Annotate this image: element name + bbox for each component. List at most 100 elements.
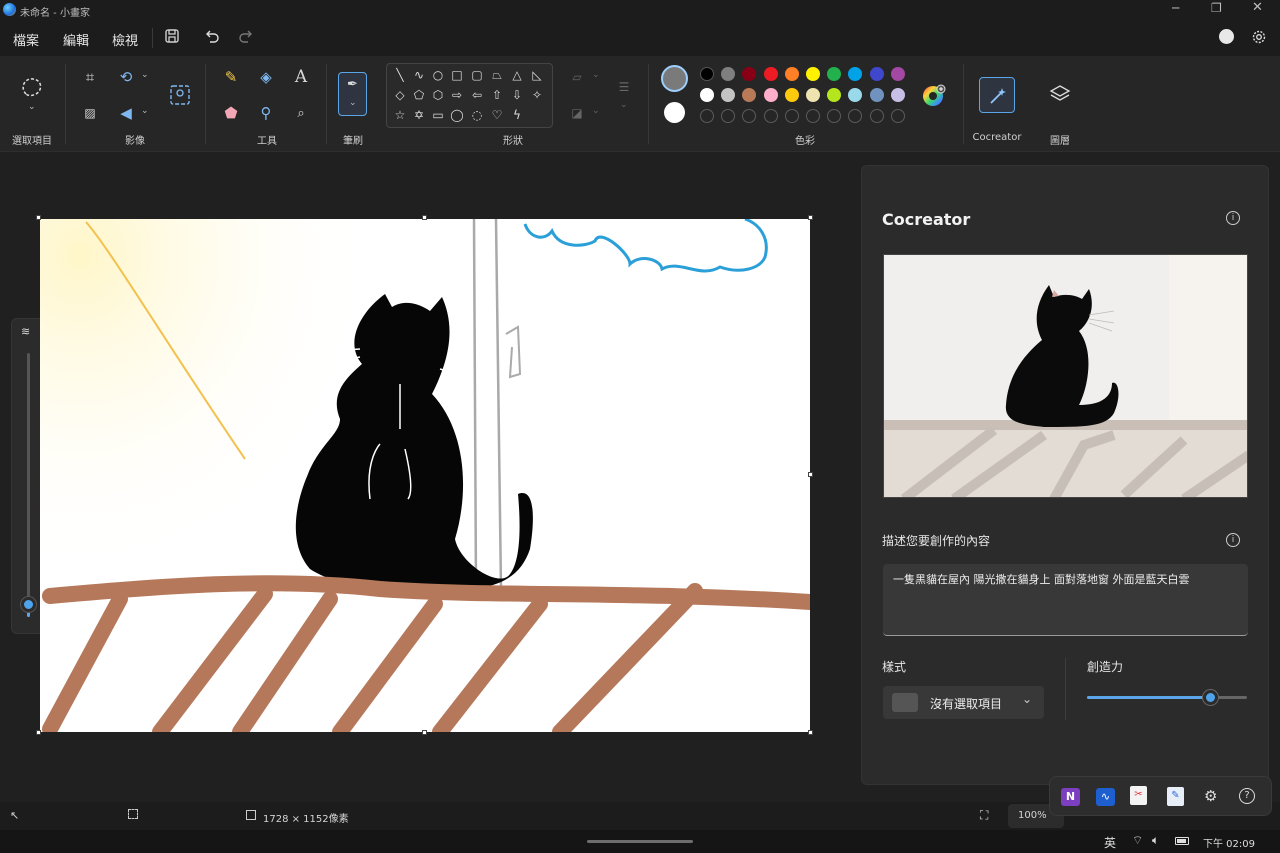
palette-color-swatch[interactable] (806, 88, 820, 102)
remove-background-icon[interactable] (169, 84, 191, 106)
canvas-handle-s[interactable] (422, 730, 427, 735)
volume-icon[interactable]: 🔈︎ (1152, 833, 1159, 848)
canvas-handle-ne[interactable] (808, 215, 813, 220)
rect-callout-shape-icon[interactable]: ▭ (429, 106, 447, 124)
canvas-handle-e[interactable] (808, 472, 813, 477)
palette-color-swatch[interactable] (721, 67, 736, 81)
flip-icon[interactable]: ◀ (113, 100, 139, 126)
custom-color-slot[interactable] (827, 109, 842, 123)
palette-color-swatch[interactable] (806, 67, 820, 81)
line-shape-icon[interactable]: ╲ (391, 66, 409, 84)
resize-icon[interactable]: ▨ (77, 100, 103, 126)
rectangle-shape-icon[interactable]: □ (448, 66, 466, 84)
creativity-thumb[interactable] (1203, 690, 1219, 705)
canvas-handle-n[interactable] (422, 215, 427, 220)
account-icon[interactable] (1219, 29, 1234, 44)
polygon-shape-icon[interactable]: ⏢ (488, 66, 506, 84)
palette-color-swatch[interactable] (700, 67, 714, 81)
custom-color-slot[interactable] (763, 109, 778, 123)
panel-info-icon[interactable]: i (1226, 211, 1240, 225)
four-point-star-shape-icon[interactable]: ✧ (528, 86, 546, 104)
restore-button[interactable]: ❐ (1211, 1, 1222, 15)
line-size-icon[interactable]: ☰ (611, 74, 637, 100)
lightning-shape-icon[interactable]: ϟ (508, 106, 526, 124)
menu-file[interactable]: 檔案 (13, 30, 39, 49)
palette-color-swatch[interactable] (700, 88, 714, 102)
whiteboard-icon[interactable]: ∿ (1096, 788, 1115, 806)
journal-icon[interactable]: ✎ (1167, 787, 1184, 806)
palette-color-swatch[interactable] (784, 67, 799, 81)
palette-color-swatch[interactable] (869, 88, 884, 102)
shape-outline-icon[interactable]: ▱ (564, 64, 590, 90)
rounded-rectangle-shape-icon[interactable]: ▢ (468, 66, 486, 84)
palette-color-swatch[interactable] (742, 88, 757, 102)
color-picker-icon[interactable]: ⚲ (253, 100, 279, 126)
undo-icon[interactable] (204, 28, 220, 44)
custom-color-slot[interactable] (806, 109, 820, 123)
settings-icon[interactable] (1251, 29, 1267, 45)
arrow-left-shape-icon[interactable]: ⇦ (468, 86, 486, 104)
wifi-icon[interactable]: ⌔ (1132, 833, 1143, 848)
edit-colors-icon[interactable] (921, 83, 947, 109)
style-dropdown[interactable]: 沒有選取項目 ⌄ (883, 686, 1044, 719)
right-triangle-shape-icon[interactable]: ◺ (528, 66, 546, 84)
brush-size-thumb[interactable] (21, 596, 36, 612)
save-icon[interactable] (164, 28, 180, 44)
outline-dropdown-chevron-icon[interactable]: ⌄ (592, 70, 600, 80)
cloud-callout-shape-icon[interactable]: ◌ (468, 106, 486, 124)
palette-color-swatch[interactable] (848, 88, 863, 102)
custom-color-slot[interactable] (700, 109, 714, 123)
ime-indicator[interactable]: 英 (1104, 834, 1116, 851)
describe-info-icon[interactable]: i (1226, 533, 1240, 547)
freeform-select-icon[interactable] (18, 74, 46, 102)
brush-button[interactable]: ✒ ⌄ (338, 72, 367, 116)
pentagon-shape-icon[interactable]: ⬠ (410, 86, 428, 104)
layers-icon[interactable] (1049, 83, 1071, 105)
triangle-shape-icon[interactable]: △ (508, 66, 526, 84)
prompt-textarea[interactable]: 一隻黑貓在屋內 陽光撒在貓身上 面對落地窗 外面是藍天白雲 (883, 564, 1248, 636)
hexagon-shape-icon[interactable]: ⬡ (429, 86, 447, 104)
palette-color-swatch[interactable] (890, 67, 905, 81)
battery-icon[interactable] (1175, 837, 1189, 845)
canvas-handle-sw[interactable] (36, 730, 41, 735)
heart-shape-icon[interactable]: ♡ (488, 106, 506, 124)
canvas-handle-nw[interactable] (36, 215, 41, 220)
help-icon[interactable]: ? (1239, 788, 1255, 804)
diamond-shape-icon[interactable]: ◇ (391, 86, 409, 104)
fill-dropdown-chevron-icon[interactable]: ⌄ (592, 106, 600, 116)
palette-color-swatch[interactable] (721, 88, 736, 102)
redo-icon[interactable] (238, 28, 254, 44)
palette-color-swatch[interactable] (763, 67, 778, 81)
curve-shape-icon[interactable]: ∿ (410, 66, 428, 84)
palette-color-swatch[interactable] (763, 88, 778, 102)
eraser-icon[interactable]: ⬟ (218, 100, 244, 126)
rotate-dropdown-chevron-icon[interactable]: ⌄ (141, 70, 149, 80)
secondary-color-swatch[interactable] (664, 102, 685, 123)
line-size-dropdown-chevron-icon[interactable]: ⌄ (620, 100, 628, 110)
shape-fill-icon[interactable]: ◪ (564, 100, 590, 126)
close-button[interactable]: ✕ (1252, 0, 1263, 15)
five-point-star-shape-icon[interactable]: ☆ (391, 106, 409, 124)
palette-color-swatch[interactable] (827, 88, 842, 102)
palette-color-swatch[interactable] (742, 67, 757, 81)
rotate-icon[interactable]: ⟲ (113, 64, 139, 90)
pencil-icon[interactable]: ✎ (218, 64, 244, 90)
arrow-down-shape-icon[interactable]: ⇩ (508, 86, 526, 104)
primary-color-swatch[interactable] (661, 65, 688, 92)
snipping-tool-icon[interactable]: ✂ (1130, 786, 1147, 805)
oval-shape-icon[interactable]: ○ (429, 66, 447, 84)
custom-color-slot[interactable] (742, 109, 757, 123)
onenote-icon[interactable]: N (1061, 788, 1080, 806)
clock[interactable]: 下午 02:09 (1203, 835, 1255, 850)
text-tool-icon[interactable]: A (288, 64, 314, 90)
palette-color-swatch[interactable] (827, 67, 842, 81)
canvas-handle-se[interactable] (808, 730, 813, 735)
fit-to-window-icon[interactable]: ⛶ (980, 808, 988, 823)
minimize-button[interactable]: ─ (1172, 1, 1179, 15)
crop-icon[interactable]: ⌗ (77, 64, 103, 90)
menu-view[interactable]: 檢視 (112, 30, 138, 49)
custom-color-slot[interactable] (890, 109, 905, 123)
menu-edit[interactable]: 編輯 (63, 30, 89, 49)
palette-color-swatch[interactable] (869, 67, 884, 81)
custom-color-slot[interactable] (721, 109, 736, 123)
